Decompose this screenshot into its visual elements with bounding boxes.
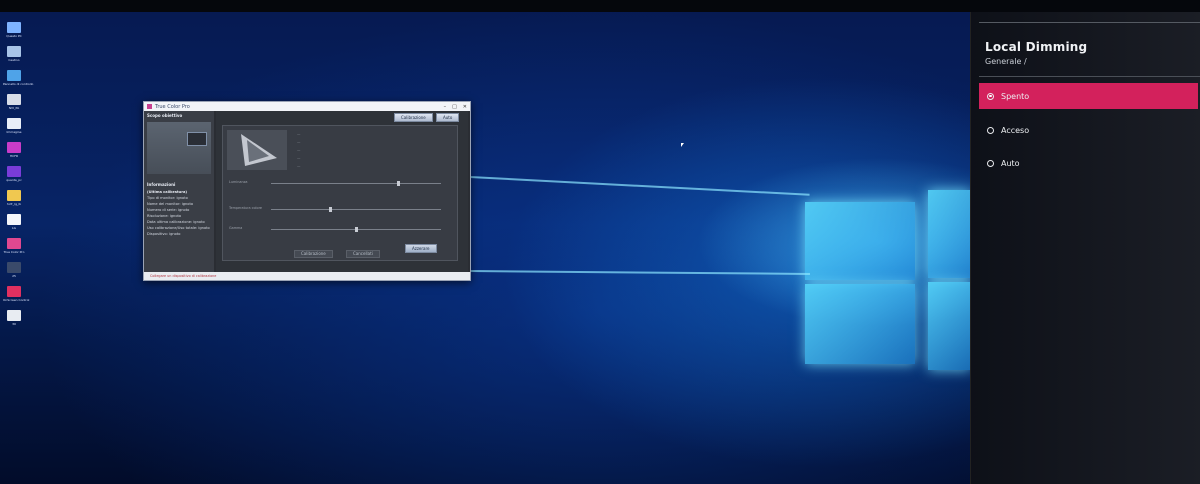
- onscreen-control-icon: [7, 286, 21, 297]
- desktop-icon-label: quanta_pc: [6, 178, 22, 182]
- monitor-icon: [187, 132, 207, 146]
- desktop-icon-label: Immagine: [6, 130, 22, 134]
- window-title-bar[interactable]: True Color Pro – □ ✕: [144, 102, 470, 111]
- color-temperature-slider[interactable]: [271, 207, 441, 212]
- desktop-icon-label: 25: [12, 274, 16, 278]
- option-label: Acceso: [1001, 125, 1030, 135]
- true-color-pro-icon: [7, 238, 21, 249]
- close-button[interactable]: ✕: [463, 104, 467, 110]
- color-gamut-diagram: [227, 130, 287, 170]
- hcfr-icon: [7, 142, 21, 153]
- bottom-calibrate-button[interactable]: Calibrazione: [294, 250, 333, 258]
- sidebar: Scopo obiettivo Informazioni (Ultima cal…: [144, 111, 214, 272]
- divider: [979, 76, 1200, 77]
- desktop-icon[interactable]: LG: [3, 214, 25, 230]
- desktop-icon-label: Cestino: [8, 58, 20, 62]
- desktop-icon-label: Pannello di controllo: [3, 82, 34, 86]
- info-row: —: [297, 164, 301, 168]
- desktop-icon-label: 30: [12, 322, 16, 326]
- maximize-button[interactable]: □: [452, 104, 457, 110]
- slider-knob[interactable]: [355, 227, 358, 232]
- desktop-icon-label: NVI_PA: [8, 106, 20, 110]
- folder-icon: [7, 190, 21, 201]
- desktop-icon[interactable]: Immagine: [3, 118, 25, 134]
- desktop-icon[interactable]: True Color Pro: [3, 238, 25, 254]
- slider-knob[interactable]: [329, 207, 332, 212]
- light-beam: [469, 176, 810, 196]
- quanta-icon: [7, 166, 21, 177]
- section-title: Scopo obiettivo: [147, 113, 183, 118]
- option-label: Spento: [1001, 91, 1030, 101]
- option-acceso[interactable]: Acceso: [979, 117, 1198, 143]
- image-icon: [7, 118, 21, 129]
- desktop-icon[interactable]: quanta_pc: [3, 166, 25, 182]
- light-beam: [469, 270, 810, 275]
- auto-button[interactable]: Auto: [436, 113, 460, 122]
- window-title: True Color Pro: [155, 103, 190, 110]
- option-auto[interactable]: Auto: [979, 150, 1198, 176]
- desktop-icon[interactable]: Pannello di controllo: [3, 70, 34, 86]
- bottom-bar: Calibrazione Cancellati: [216, 248, 468, 258]
- desktop-icon-label: HCFR: [9, 154, 19, 158]
- desktop-icon-label: Questo PC: [6, 34, 22, 38]
- breadcrumb: Generale /: [985, 57, 1027, 66]
- desktop-icon-label: OnScreen Control: [3, 298, 30, 302]
- gamma-slider[interactable]: [271, 227, 441, 232]
- desktop-icon-label: True Color Pro: [3, 250, 25, 254]
- info-title: Informazioni: [147, 182, 176, 187]
- settings-panel: — — — — — Luminanza Temperatura colore G…: [222, 125, 458, 261]
- target-preview-image[interactable]: [147, 122, 211, 174]
- desktop-icon[interactable]: 30: [3, 310, 25, 326]
- windows-logo-pane-bottom-right: [928, 282, 970, 370]
- color-temperature-label: Temperatura colore: [229, 206, 262, 210]
- computer-icon: [7, 22, 21, 33]
- monitor-icon: [7, 262, 21, 273]
- windows-logo-pane-bottom-left: [805, 284, 915, 364]
- tv-settings-menu: Local Dimming Generale / Spento Acceso A…: [970, 12, 1200, 484]
- divider: [979, 22, 1200, 23]
- radio-icon: [987, 159, 994, 167]
- menu-title: Local Dimming: [985, 40, 1088, 54]
- option-spento[interactable]: Spento: [979, 83, 1198, 109]
- desktop-icon[interactable]: NVI_PA: [3, 94, 25, 110]
- desktop-icon[interactable]: HCFR: [3, 142, 25, 158]
- document-icon: [7, 214, 21, 225]
- desktop-icon[interactable]: 25: [3, 262, 25, 278]
- slider-knob[interactable]: [397, 181, 400, 186]
- radio-icon: [987, 126, 994, 134]
- screen-bezel: [0, 0, 1200, 12]
- luminance-slider[interactable]: [271, 181, 441, 186]
- info-row: —: [297, 156, 301, 160]
- cancel-button[interactable]: Cancellati: [346, 250, 380, 258]
- control-panel-icon: [7, 70, 21, 81]
- minimize-button[interactable]: –: [444, 104, 447, 110]
- recycle-bin-icon: [7, 46, 21, 57]
- option-label: Auto: [1001, 158, 1020, 168]
- luminance-label: Luminanza: [229, 180, 248, 184]
- calibrate-button[interactable]: Calibrazione: [394, 113, 433, 122]
- desktop-icon[interactable]: hcfr_lg_lk: [3, 190, 25, 206]
- desktop-icon-label: hcfr_lg_lk: [6, 202, 22, 206]
- info-row: —: [297, 140, 301, 144]
- windows-logo-pane-top-left: [805, 202, 915, 280]
- true-color-pro-window[interactable]: True Color Pro – □ ✕ Scopo obiettivo Inf…: [143, 101, 471, 281]
- settings-file-icon: [7, 310, 21, 321]
- info-row: —: [297, 132, 301, 136]
- radio-icon: [987, 92, 994, 100]
- status-bar: Collegare un dispositivo di calibrazione: [144, 272, 470, 280]
- app-logo-icon: [147, 104, 152, 109]
- desktop-icon[interactable]: Questo PC: [3, 22, 25, 38]
- display-icon: [7, 94, 21, 105]
- info-row: —: [297, 148, 301, 152]
- windows-desktop: Questo PC Cestino Pannello di controllo NVI…: [0, 12, 970, 484]
- desktop-icon[interactable]: Cestino: [3, 46, 25, 62]
- gamma-label: Gamma: [229, 226, 243, 230]
- mouse-cursor-icon: [681, 143, 684, 147]
- windows-logo-pane-top-right: [928, 190, 970, 278]
- desktop-icon-label: LG: [12, 226, 16, 230]
- info-item: Dispositivo: ignoto: [147, 232, 181, 236]
- desktop-icon[interactable]: OnScreen Control: [3, 286, 30, 302]
